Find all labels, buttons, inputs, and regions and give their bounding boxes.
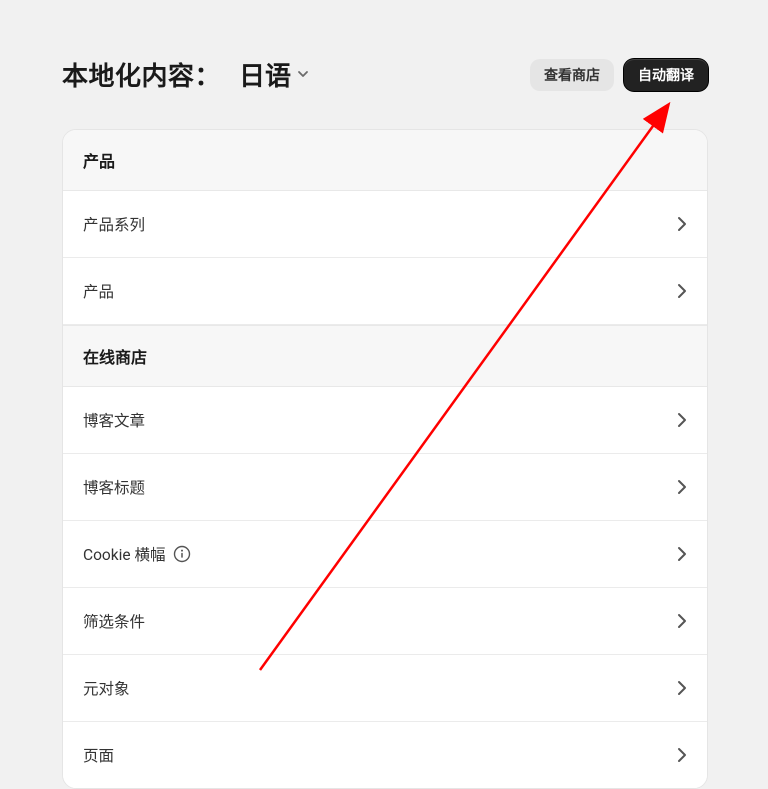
chevron-right-icon (677, 747, 687, 763)
row-products[interactable]: 产品 (63, 258, 707, 325)
row-label: 页面 (83, 744, 114, 766)
row-product-collections[interactable]: 产品系列 (63, 191, 707, 258)
chevron-right-icon (677, 216, 687, 232)
section-header-online-store: 在线商店 (63, 325, 707, 387)
row-blog-posts[interactable]: 博客文章 (63, 387, 707, 454)
section-header-products: 产品 (63, 130, 707, 191)
row-label: 博客文章 (83, 409, 145, 431)
row-label: 产品 (83, 280, 114, 302)
chevron-right-icon (677, 546, 687, 562)
page-header: 本地化内容： 日语 查看商店 自动翻译 (62, 56, 708, 93)
title-group: 本地化内容： 日语 (62, 56, 311, 93)
chevron-down-icon (297, 68, 311, 82)
chevron-right-icon (677, 283, 687, 299)
row-filters[interactable]: 筛选条件 (63, 588, 707, 655)
chevron-right-icon (677, 412, 687, 428)
chevron-right-icon (677, 479, 687, 495)
row-label: 元对象 (83, 677, 130, 699)
row-label: 筛选条件 (83, 610, 145, 632)
header-actions: 查看商店 自动翻译 (530, 59, 708, 91)
row-label: 博客标题 (83, 476, 145, 498)
view-store-button[interactable]: 查看商店 (530, 59, 614, 91)
chevron-right-icon (677, 680, 687, 696)
row-pages[interactable]: 页面 (63, 722, 707, 788)
info-icon[interactable] (173, 545, 191, 563)
row-blog-titles[interactable]: 博客标题 (63, 454, 707, 521)
chevron-right-icon (677, 613, 687, 629)
content-card: 产品 产品系列 产品 在线商店 博客文章 (62, 129, 708, 789)
language-label: 日语 (239, 56, 291, 93)
auto-translate-button[interactable]: 自动翻译 (624, 59, 708, 91)
page-title: 本地化内容： (62, 56, 221, 93)
row-cookie-banner[interactable]: Cookie 横幅 (63, 521, 707, 588)
row-label: Cookie 横幅 (83, 543, 165, 565)
row-label: 产品系列 (83, 213, 145, 235)
row-metaobjects[interactable]: 元对象 (63, 655, 707, 722)
language-selector[interactable]: 日语 (231, 56, 311, 93)
